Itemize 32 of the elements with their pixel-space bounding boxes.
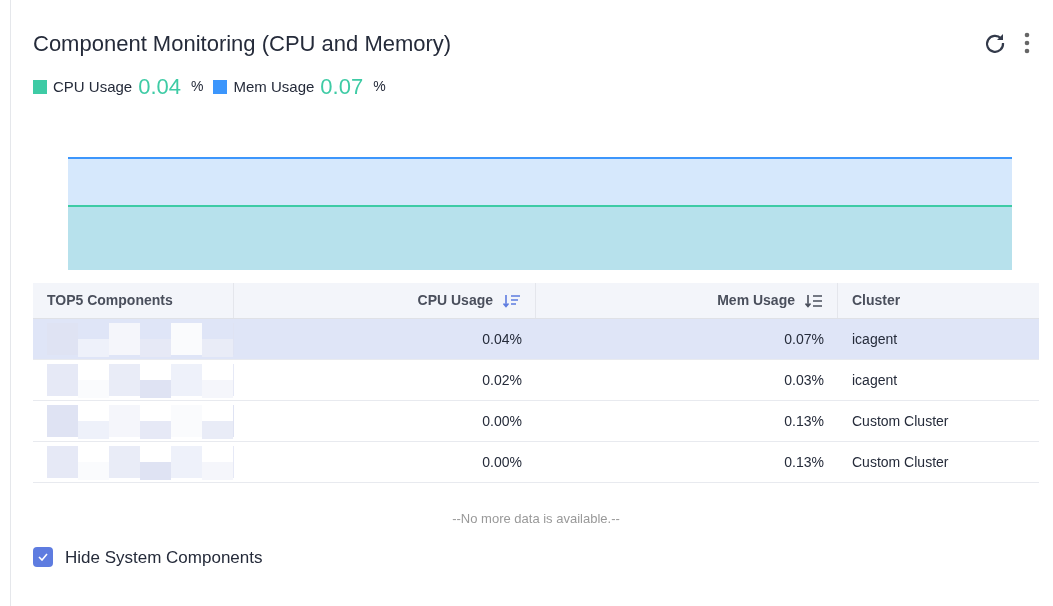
legend-unit: % xyxy=(191,77,204,97)
table-cell-text: 0.00% xyxy=(482,411,522,431)
table-cell-text: 0.04% xyxy=(482,329,522,349)
column-header[interactable]: Mem Usage xyxy=(717,290,795,311)
sort-icon[interactable] xyxy=(503,293,521,308)
table-cell-text: 0.07% xyxy=(784,329,824,349)
legend-label: CPU Usage xyxy=(53,76,133,97)
end-of-list-note: --No more data is available.-- xyxy=(451,510,621,528)
table-cell-text: 0.13% xyxy=(784,452,824,472)
table-cell-text: Custom Cluster xyxy=(852,411,949,431)
table-cell-text: Custom Cluster xyxy=(852,452,949,472)
column-header[interactable]: Cluster xyxy=(852,290,901,311)
sort-icon[interactable] xyxy=(805,293,823,308)
table-cell-text: icagent xyxy=(852,329,898,349)
table-cell-text: 0.13% xyxy=(784,411,824,431)
column-header[interactable]: CPU Usage xyxy=(417,290,493,311)
checkbox-label[interactable]: Hide System Components xyxy=(65,544,263,570)
more-icon[interactable] xyxy=(1024,32,1030,54)
refresh-icon[interactable] xyxy=(984,32,1006,54)
legend-value: 0.04 xyxy=(138,75,182,98)
legend-value: 0.07 xyxy=(320,75,364,98)
table-cell-text: icagent xyxy=(852,370,898,390)
check-icon xyxy=(38,553,48,562)
table-cell-text: 0.00% xyxy=(482,452,522,472)
table-cell-text: 0.02% xyxy=(482,370,522,390)
column-header[interactable]: TOP5 Components xyxy=(47,290,173,311)
table-cell-text: 0.03% xyxy=(784,370,824,390)
card-title: Component Monitoring (CPU and Memory) xyxy=(33,29,452,58)
legend-unit: % xyxy=(373,77,386,97)
table-row[interactable]: 0.04% 0.07% icagent xyxy=(33,319,1039,360)
checkbox[interactable] xyxy=(33,547,53,568)
legend-label: Mem Usage xyxy=(233,76,315,97)
